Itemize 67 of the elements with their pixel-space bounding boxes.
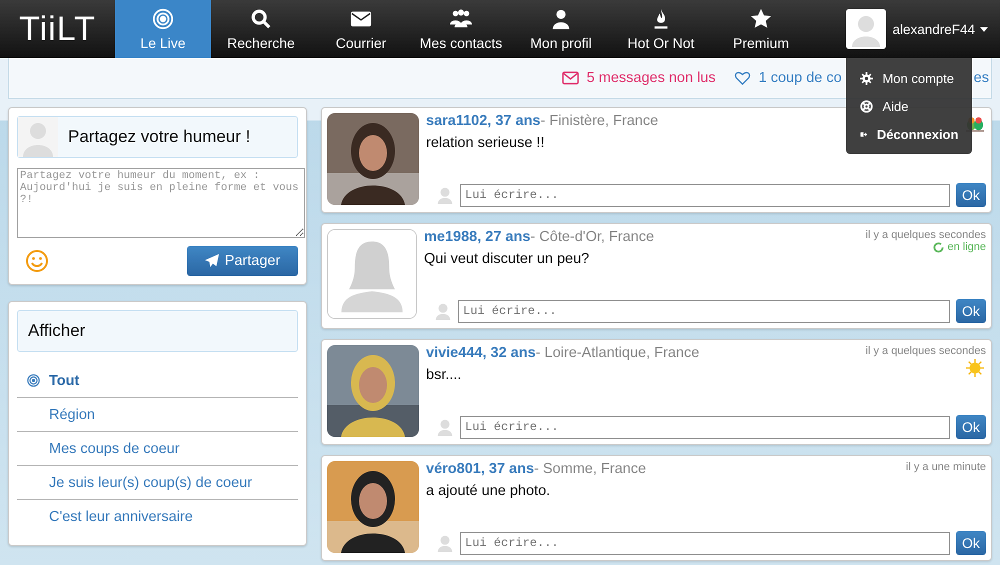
profile-link[interactable]: véro801, 37 ans	[426, 461, 534, 477]
ok-button[interactable]: Ok	[956, 299, 986, 323]
star-icon	[750, 8, 772, 30]
notification-link[interactable]: es	[974, 70, 989, 86]
online-status: en ligne	[933, 241, 986, 253]
timestamp: il y a une minute	[906, 461, 986, 473]
notification-link[interactable]: 1 coup de co	[734, 70, 842, 86]
target-icon	[152, 8, 174, 30]
timestamp: il y a quelques secondes	[866, 229, 986, 241]
ok-button[interactable]: Ok	[956, 183, 986, 207]
card-title: Partagez votre humeur !	[68, 127, 250, 147]
people-icon	[450, 8, 472, 30]
menu-item[interactable]: Mon compte	[846, 64, 972, 92]
sun-icon	[964, 359, 986, 377]
filter-option[interactable]: Région	[17, 398, 298, 432]
post-message: relation serieuse !!	[426, 135, 546, 151]
user-menu-toggle[interactable]: alexandreF44	[892, 22, 975, 36]
post-message: bsr....	[426, 367, 462, 383]
ok-button[interactable]: Ok	[956, 415, 986, 439]
site-logo[interactable]: TiiLT	[0, 0, 115, 58]
card-title: Afficher	[28, 321, 86, 341]
profile-link[interactable]: me1988, 27 ans	[424, 229, 530, 245]
nav-tab[interactable]: Recherche	[211, 0, 311, 58]
nav-tab[interactable]: Hot Or Not	[611, 0, 711, 58]
nav-tab[interactable]: Mon profil	[511, 0, 611, 58]
reply-field[interactable]: Lui écrire...	[460, 416, 950, 438]
filter-option[interactable]: Je suis leur(s) coup(s) de coeur	[17, 466, 298, 500]
user-avatar-icon	[436, 533, 454, 553]
timestamp: il y a quelques secondes	[866, 345, 986, 357]
nav-tab[interactable]: Le Live	[115, 0, 211, 58]
user-avatar-icon	[434, 301, 452, 321]
envelope-icon	[562, 71, 579, 85]
caret-icon[interactable]	[980, 26, 988, 32]
location-text: - Côte-d'Or, France	[530, 229, 654, 245]
post-message: a ajouté une photo.	[426, 483, 552, 499]
notification-link[interactable]: 5 messages non lus	[562, 70, 716, 86]
heart-icon	[734, 71, 751, 85]
location-text: - Somme, France	[534, 461, 646, 477]
mood-field[interactable]: Partagez votre humeur du moment, ex : Aujourd'hui je suis en pleine forme et vous ?!	[17, 168, 305, 238]
reply-field[interactable]: Lui écrire...	[460, 532, 950, 554]
paper-plane-icon	[204, 254, 219, 268]
filter-option[interactable]: C'est leur anniversaire	[17, 500, 298, 533]
user-avatar-icon	[436, 185, 454, 205]
ok-button[interactable]: Ok	[956, 531, 986, 555]
online-ring-icon	[933, 242, 944, 252]
filter-option[interactable]: Tout	[17, 364, 298, 398]
location-text: - Finistère, France	[540, 113, 658, 129]
search-icon	[250, 8, 272, 30]
lifebuoy-icon	[860, 100, 874, 112]
profile-link[interactable]: vivie444, 32 ans	[426, 345, 536, 361]
user-avatar-icon	[436, 417, 454, 437]
person-icon	[550, 8, 572, 30]
menu-item[interactable]: Déconnexion	[846, 120, 972, 148]
nav-tab[interactable]: Premium	[711, 0, 811, 58]
share-button[interactable]: Partager	[187, 246, 298, 276]
gear-icon	[860, 72, 874, 84]
menu-item[interactable]: Aide	[846, 92, 972, 120]
reply-field[interactable]: Lui écrire...	[460, 184, 950, 206]
filter-option[interactable]: Mes coups de coeur	[17, 432, 298, 466]
smiley-icon[interactable]	[25, 249, 49, 273]
location-text: - Loire-Atlantique, France	[536, 345, 700, 361]
nav-tab[interactable]: Mes contacts	[411, 0, 511, 58]
reply-field[interactable]: Lui écrire...	[458, 300, 950, 322]
radio-selected-icon	[26, 374, 40, 387]
profile-link[interactable]: sara1102, 37 ans	[426, 113, 540, 129]
nav-tab[interactable]: Courrier	[311, 0, 411, 58]
post-message: Qui veut discuter un peu?	[424, 251, 590, 267]
